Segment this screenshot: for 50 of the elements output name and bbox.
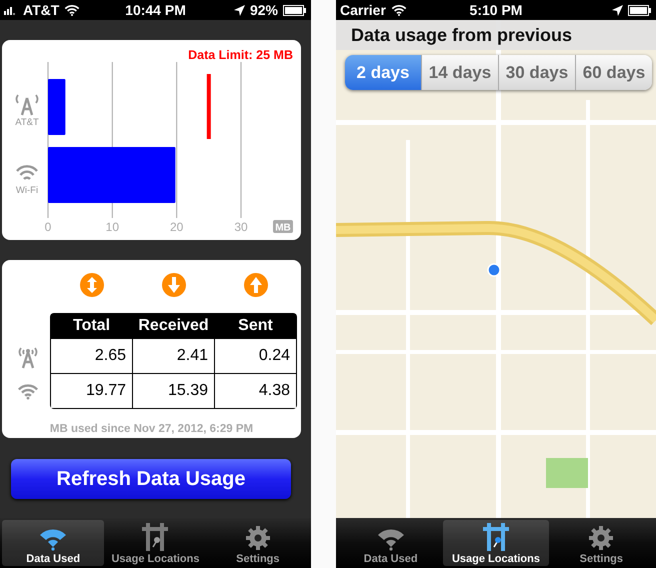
data-limit-line (206, 74, 211, 139)
axis-tick-label: 20 (170, 220, 184, 234)
data-limit-label: Data Limit: 25 MB (188, 48, 293, 62)
table-cell: 2.41 (133, 339, 214, 373)
wifi-icon (64, 4, 80, 16)
location-arrow-icon (234, 4, 245, 16)
location-arrow-icon (612, 4, 624, 16)
signal-icon (4, 5, 18, 15)
axis-tick-label: 10 (106, 220, 120, 234)
wifi-icon (390, 4, 407, 16)
map-pin-icon (140, 523, 170, 551)
table-cell: 4.38 (215, 374, 296, 408)
axis-tick-label: 0 (44, 220, 52, 234)
period-segment[interactable]: 60 days (575, 55, 652, 90)
wifi-icon (17, 383, 39, 400)
header-bar: Data usage from previous (336, 20, 656, 50)
refresh-button[interactable]: Refresh Data Usage (11, 459, 291, 499)
x-axis-title: MB (275, 222, 291, 234)
tab-bar-item[interactable]: Usage Locations (104, 520, 207, 566)
tab-bar-item[interactable]: Settings (206, 520, 309, 566)
wifi-icon (16, 165, 38, 180)
tab-bar-item[interactable]: Settings (548, 520, 654, 566)
status-time: 5:10 PM (470, 2, 522, 18)
status-time: 10:44 PM (125, 2, 186, 18)
battery-icon (283, 4, 308, 16)
usage-bar (48, 79, 66, 135)
period-segment[interactable]: 14 days (421, 55, 498, 90)
battery-percent: 92% (250, 2, 278, 18)
table-cell: 15.39 (133, 374, 214, 408)
carrier-name: Carrier (340, 2, 386, 18)
period-segment[interactable]: 2 days (345, 55, 421, 90)
period-segment[interactable]: 30 days (498, 55, 575, 90)
battery-icon (628, 4, 652, 16)
tab-bar-item[interactable]: Data Used (338, 520, 444, 566)
tab-bar-item[interactable]: Usage Locations (443, 520, 549, 566)
settings-icon (588, 525, 614, 551)
tab-bar-item[interactable]: Data Used (2, 520, 104, 566)
cell-tower-icon (16, 94, 38, 116)
axis-tick-label: 30 (234, 220, 248, 234)
unit-badge: MB (273, 220, 293, 234)
map-pin-icon (480, 523, 511, 551)
carrier-name: AT&T (23, 2, 60, 18)
category-label: AT&T (15, 117, 39, 128)
settings-icon (244, 525, 271, 551)
usage-footnote: MB used since Nov 27, 2012, 6:29 PM (50, 423, 254, 435)
cell-tower-icon (17, 344, 39, 368)
category-label: Wi-Fi (16, 185, 38, 196)
table-cell: 19.77 (51, 374, 132, 408)
table-cell: 2.65 (51, 339, 132, 373)
table-cell: 0.24 (215, 339, 296, 373)
